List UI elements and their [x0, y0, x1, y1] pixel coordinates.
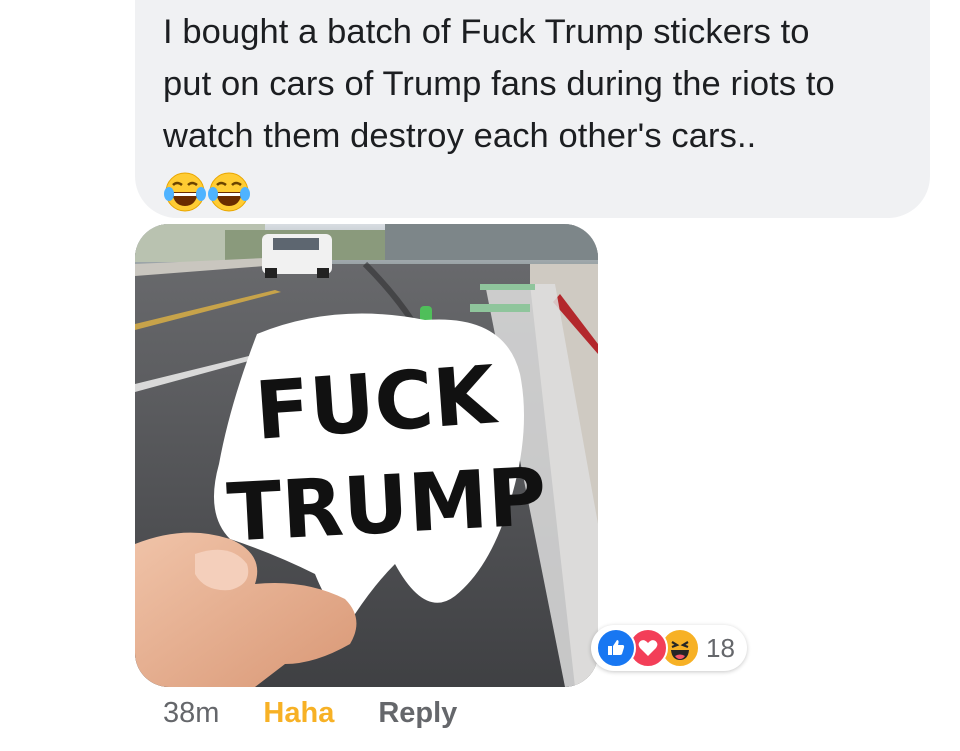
comment-thread: I bought a batch of Fuck Trump stickers … — [0, 0, 960, 751]
face-with-tears-of-joy-icon — [164, 172, 206, 212]
comment-timestamp[interactable]: 38m — [163, 693, 219, 733]
sticker-line-2: TRUMP — [225, 450, 549, 560]
comment-bubble[interactable]: I bought a batch of Fuck Trump stickers … — [135, 0, 930, 218]
comment-actions: 38m Haha Reply — [163, 693, 457, 733]
comment-emojis — [163, 170, 910, 214]
comment-photo[interactable]: FUCK TRUMP — [135, 224, 598, 687]
haha-reaction-button[interactable]: Haha — [263, 693, 334, 733]
face-with-tears-of-joy-icon — [208, 172, 250, 212]
reply-button[interactable]: Reply — [378, 693, 457, 733]
reaction-count: 18 — [706, 632, 735, 663]
like-icon — [596, 628, 636, 668]
sticker-photo-image: FUCK TRUMP — [135, 224, 598, 687]
reaction-summary[interactable]: 18 — [591, 625, 747, 671]
comment-text: I bought a batch of Fuck Trump stickers … — [163, 13, 835, 155]
sticker-line-1: FUCK — [252, 348, 501, 458]
